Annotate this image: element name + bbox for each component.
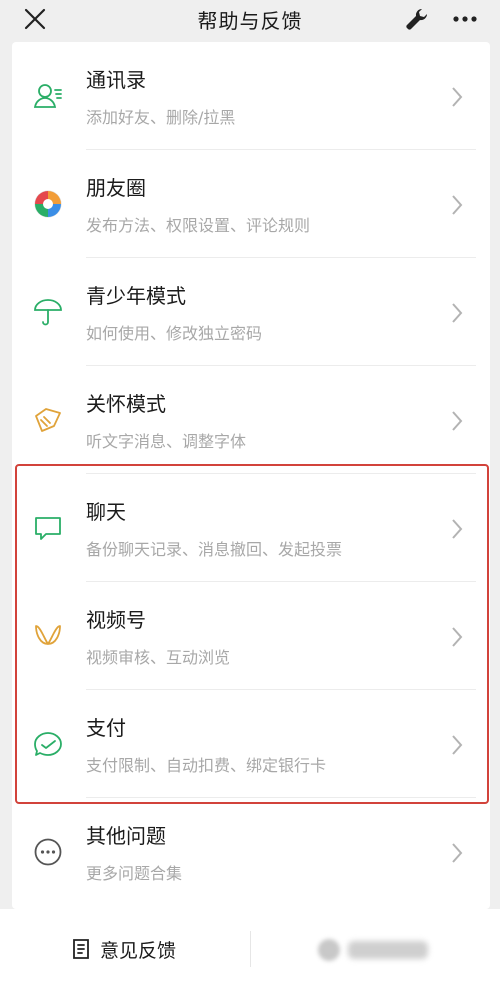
top-bar: 帮助与反馈 [0,0,500,40]
topic-title: 关怀模式 [86,392,166,416]
chevron-right-icon [452,843,463,863]
moments-icon [34,190,62,218]
divider [250,931,251,967]
chevron-right-icon [452,195,463,215]
feedback-label: 意见反馈 [100,939,177,962]
topic-subtitle: 发布方法、权限设置、评论规则 [86,216,311,235]
document-icon [73,939,89,959]
chevron-right-icon [452,303,463,323]
umbrella-icon [34,299,62,326]
care-icon [35,408,61,432]
topic-item-care-mode[interactable]: 关怀模式 听文字消息、调整字体 [12,366,490,474]
more-circle-icon [34,838,62,866]
topic-subtitle: 听文字消息、调整字体 [86,432,247,451]
feedback-button[interactable]: 意见反馈 [70,929,176,969]
topic-subtitle: 添加好友、删除/拉黑 [86,108,236,127]
topic-title: 其他问题 [86,824,166,848]
more-icon[interactable] [451,8,479,30]
topic-item-moments[interactable]: 朋友圈 发布方法、权限设置、评论规则 [12,150,490,258]
highlight-box [15,464,489,804]
blurred-action[interactable] [318,939,428,961]
chevron-right-icon [452,411,463,431]
topic-item-other[interactable]: 其他问题 更多问题合集 [12,798,490,906]
topic-subtitle: 如何使用、修改独立密码 [86,324,263,343]
chevron-right-icon [452,87,463,107]
topic-title: 通讯录 [86,68,146,92]
wrench-icon[interactable] [404,6,430,32]
topic-item-contacts[interactable]: 通讯录 添加好友、删除/拉黑 [12,42,490,150]
contacts-icon [33,84,62,108]
topic-subtitle: 更多问题合集 [86,864,183,883]
topic-title: 朋友圈 [86,176,146,200]
topic-item-teen-mode[interactable]: 青少年模式 如何使用、修改独立密码 [12,258,490,366]
blurred-icon [318,939,340,961]
topic-title: 青少年模式 [86,284,186,308]
bottom-bar: 意见反馈 [0,909,500,989]
blurred-label [348,941,428,959]
